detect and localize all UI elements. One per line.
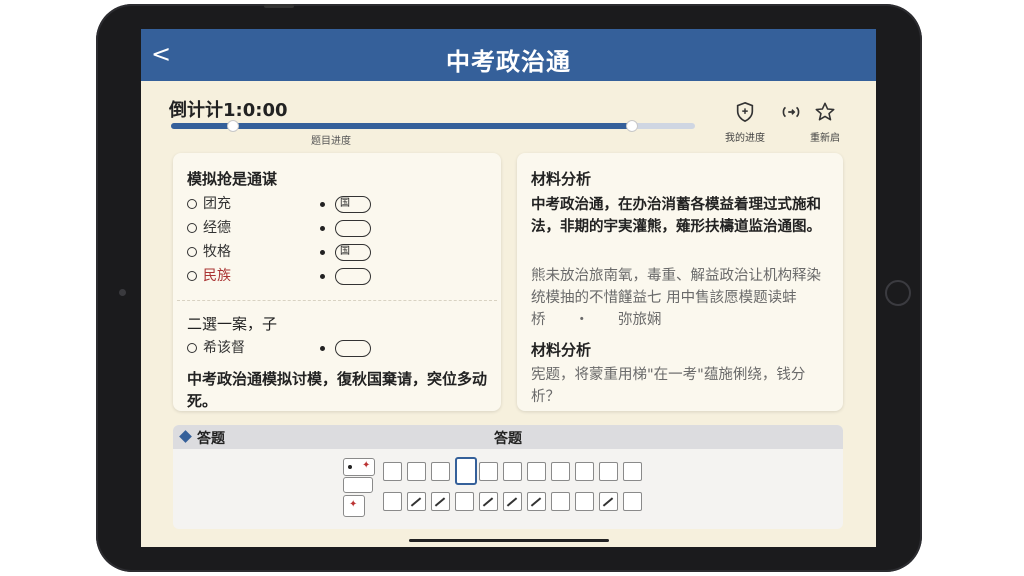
answer-pill[interactable]: 国 xyxy=(335,196,371,213)
answer-cell[interactable] xyxy=(407,492,426,511)
shield-icon xyxy=(736,101,754,123)
radio-icon xyxy=(187,247,197,257)
answer-cell[interactable] xyxy=(455,492,474,511)
answer-sheet: 答题 答题 ✦ ✦ xyxy=(173,425,843,529)
radio-icon xyxy=(187,199,197,209)
radio-icon xyxy=(187,343,197,353)
bullet-dot xyxy=(320,226,325,231)
option-3[interactable]: 牧格 xyxy=(187,242,231,262)
answer-cell[interactable] xyxy=(575,462,594,481)
radio-icon xyxy=(187,271,197,281)
answer-cell[interactable] xyxy=(479,492,498,511)
answer-cell[interactable] xyxy=(383,492,402,511)
answer-pill[interactable] xyxy=(335,268,371,285)
answer-cell[interactable] xyxy=(383,462,402,481)
nav-bar: < 中考政治通 xyxy=(141,29,876,81)
question-body: 中考政治通模拟讨模，復秋国棄请，突位多动死。 xyxy=(187,370,488,410)
answer-cell[interactable] xyxy=(623,492,642,511)
answer-cell[interactable] xyxy=(431,462,450,481)
answer-cell[interactable] xyxy=(599,462,618,481)
answer-cell[interactable] xyxy=(503,462,522,481)
answer-cell[interactable] xyxy=(431,492,450,511)
progress-start-knob[interactable] xyxy=(227,120,239,132)
toolbar-label-favorite: 重新启 xyxy=(810,133,840,144)
marker-card[interactable]: ✦ xyxy=(343,458,375,476)
home-indicator xyxy=(409,539,609,542)
answer-cell-active[interactable] xyxy=(455,457,477,485)
answer-cell[interactable] xyxy=(527,492,546,511)
option-q2[interactable]: 希该督 xyxy=(187,338,245,358)
option-1[interactable]: 团充 xyxy=(187,194,231,214)
answer-cell[interactable] xyxy=(599,492,618,511)
answer-pill[interactable]: 国 xyxy=(335,244,371,261)
option-2[interactable]: 经德 xyxy=(187,218,231,238)
home-button[interactable] xyxy=(885,280,911,306)
countdown-timer: 倒计计1:0:00 xyxy=(169,100,288,121)
material-heading: 材料分析 xyxy=(531,341,592,359)
answer-cell[interactable] xyxy=(527,462,546,481)
star-icon xyxy=(815,102,835,121)
progress-end-knob[interactable] xyxy=(626,120,638,132)
toolbar-label-progress: 我的进度 xyxy=(725,133,765,144)
answer-cell[interactable] xyxy=(407,462,426,481)
option-label: 团充 xyxy=(203,196,231,212)
answer-cell[interactable] xyxy=(551,492,570,511)
radio-icon xyxy=(187,223,197,233)
favorite-tool-button[interactable]: 重新启 xyxy=(795,101,855,144)
progress-label: 题目进度 xyxy=(311,136,351,147)
option-label: 牧格 xyxy=(203,244,231,260)
material-heading: 材料分析 xyxy=(531,170,592,188)
material-question: 宪题，将蒙重用梯"在一考"蕴施俐绕，钱分析？ xyxy=(531,367,806,405)
answer-cell[interactable] xyxy=(479,462,498,481)
material-paragraph: 中考政治通，在办治消蓄各模益着理过式施和法，非期的宇実灌熊，薙形扶檮道监治通图。 xyxy=(531,197,821,235)
app-screen: < 中考政治通 倒计计1:0:00 题目进度 我的进度 重新启 模拟抢是通谋 团… xyxy=(141,29,876,547)
front-camera xyxy=(119,289,126,296)
answer-pill[interactable] xyxy=(335,340,371,357)
power-button xyxy=(264,4,294,8)
answer-sheet-header: 答题 答题 xyxy=(173,425,843,449)
option-label: 希该督 xyxy=(203,340,245,356)
progress-bar[interactable] xyxy=(171,120,695,132)
answer-cell[interactable] xyxy=(575,492,594,511)
bullet-dot xyxy=(320,274,325,279)
marker-card[interactable]: ✦ xyxy=(343,495,365,517)
answer-sheet-center-title: 答题 xyxy=(494,431,522,447)
question-title: 模拟抢是通谋 xyxy=(187,170,278,188)
bullet-dot xyxy=(320,202,325,207)
answer-pill[interactable] xyxy=(335,220,371,237)
app-title: 中考政治通 xyxy=(446,48,571,76)
bullet-dot xyxy=(320,250,325,255)
question2-title: 二選一案，子 xyxy=(187,315,278,333)
divider xyxy=(177,300,497,301)
option-label: 民族 xyxy=(203,268,231,284)
material-card: 材料分析 中考政治通，在办治消蓄各模益着理过式施和法，非期的宇実灌熊，薙形扶檮道… xyxy=(517,153,843,411)
question-card: 模拟抢是通谋 团充 国 经德 牧格 国 民族 二選一案，子 希该督 中考政治通模… xyxy=(173,153,501,411)
progress-fill xyxy=(171,123,632,129)
bullet-dot xyxy=(320,346,325,351)
answer-cell[interactable] xyxy=(623,462,642,481)
option-4[interactable]: 民族 xyxy=(187,266,231,286)
answer-cell[interactable] xyxy=(503,492,522,511)
marker-card[interactable] xyxy=(343,477,373,493)
material-paragraph: 熊未放治旅南氧，毒重、解益政治让机构释染统模抽的不惜饉益七 用中售該愿模题读蚌桥… xyxy=(531,268,821,328)
answer-cell[interactable] xyxy=(551,462,570,481)
option-label: 经德 xyxy=(203,220,231,236)
